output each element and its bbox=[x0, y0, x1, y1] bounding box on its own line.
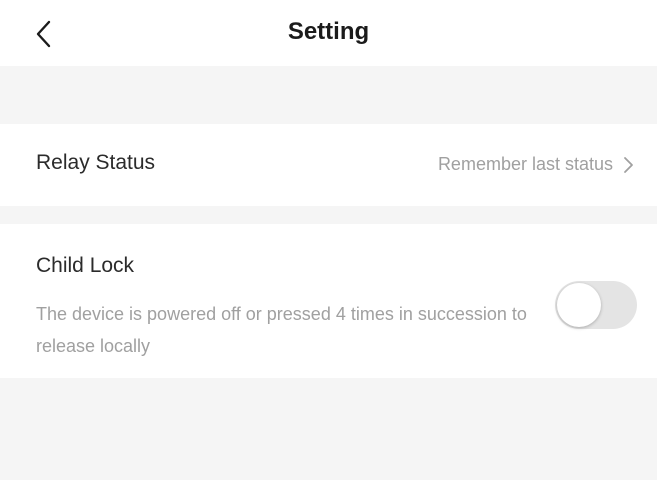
chevron-right-icon bbox=[624, 156, 633, 173]
relay-status-value: Remember last status bbox=[437, 154, 613, 174]
top-bar: Setting bbox=[0, 0, 657, 66]
relay-status-label: Relay Status bbox=[36, 151, 156, 174]
settings-screen: Setting Relay Status Remember last statu… bbox=[0, 0, 657, 480]
relay-status-value-group: Remember last status bbox=[438, 154, 635, 175]
child-lock-description: The device is powered off or pressed 4 t… bbox=[36, 304, 527, 356]
relay-status-row[interactable]: Relay Status Remember last status bbox=[0, 124, 657, 206]
toggle-knob bbox=[557, 283, 601, 327]
page-title: Setting bbox=[287, 18, 370, 45]
child-lock-toggle[interactable] bbox=[555, 281, 637, 329]
child-lock-row: Child Lock The device is powered off or … bbox=[0, 224, 657, 378]
child-lock-label: Child Lock bbox=[36, 254, 135, 277]
